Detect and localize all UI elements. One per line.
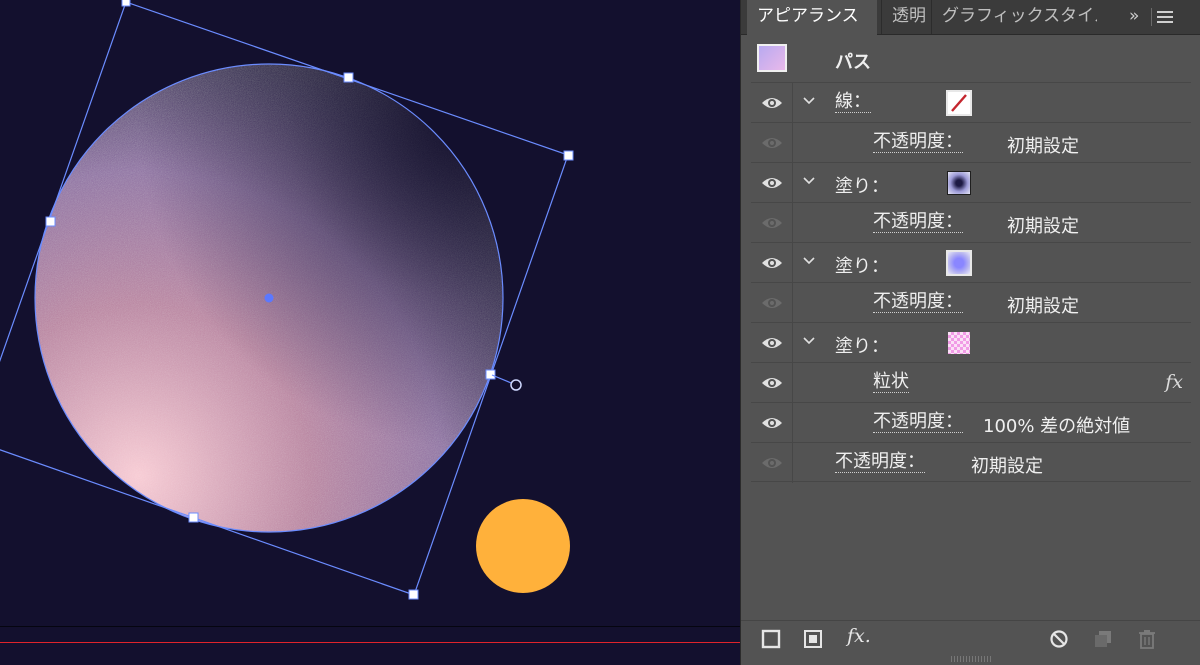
opacity-value: 初期設定 (971, 456, 1043, 477)
radial-dark-gradient-swatch[interactable] (947, 171, 971, 195)
appearance-row-opacity[interactable]: 不透明度： 初期設定 (751, 122, 1191, 163)
chevron-down-icon[interactable] (803, 335, 815, 347)
appearance-row-fill[interactable]: 塗り： (751, 322, 1191, 363)
fill-label[interactable]: 塗り： (835, 172, 889, 198)
stroke-label[interactable]: 線： (835, 92, 871, 113)
eye-dim-icon (762, 138, 782, 148)
gradient-end-handle[interactable] (510, 379, 522, 391)
tab-overflow-icon[interactable]: » (1129, 0, 1139, 34)
visibility-toggle[interactable] (751, 123, 793, 163)
opacity-value: 初期設定 (1007, 216, 1079, 237)
eye-dim-icon (762, 298, 782, 308)
baseline-guide (0, 642, 740, 643)
opacity-value: 初期設定 (1007, 136, 1079, 157)
opacity-label[interactable]: 不透明度： (873, 132, 963, 153)
stroke-none-swatch[interactable] (946, 90, 972, 116)
chevron-down-icon[interactable] (803, 255, 815, 267)
opacity-label[interactable]: 不透明度： (873, 412, 963, 433)
opacity-label[interactable]: 不透明度： (873, 212, 963, 233)
eye-dim-icon (762, 458, 782, 468)
canvas-edge-line (0, 626, 740, 627)
eye-icon (762, 338, 782, 348)
panel-resize-grip[interactable] (951, 656, 991, 662)
eye-icon (762, 258, 782, 268)
bbox-handle-top-left[interactable] (121, 0, 131, 7)
fill-label[interactable]: 塗り： (835, 252, 889, 278)
visibility-toggle[interactable] (751, 243, 793, 283)
visibility-toggle[interactable] (751, 443, 793, 483)
add-fill-icon[interactable] (803, 629, 823, 649)
opacity-label[interactable]: 不透明度： (835, 452, 925, 473)
visibility-toggle[interactable] (751, 323, 793, 363)
fx-icon[interactable]: fx. (847, 625, 871, 647)
radial-lavender-gradient-swatch[interactable] (946, 250, 972, 276)
opacity-blend-value: 100% 差の絶対値 (983, 416, 1131, 437)
panel-bottom-toolbar: fx. (741, 620, 1200, 657)
opacity-label[interactable]: 不透明度： (873, 292, 963, 313)
tab-menu-divider (1151, 8, 1152, 26)
duplicate-item-icon[interactable] (1093, 629, 1113, 649)
fx-icon[interactable]: fx (1165, 371, 1183, 393)
appearance-panel: アピアランス 透明 グラフィックスタイル » パス 線： 不透明度： 初期設定 … (740, 0, 1200, 665)
delete-item-icon[interactable] (1137, 629, 1157, 649)
eye-dim-icon (762, 218, 782, 228)
tab-appearance[interactable]: アピアランス (747, 0, 877, 35)
add-stroke-icon[interactable] (761, 629, 781, 649)
bbox-handle-top-right[interactable] (563, 150, 574, 161)
eye-icon (762, 418, 782, 428)
sun-circle[interactable] (476, 499, 570, 593)
visibility-toggle[interactable] (751, 403, 793, 443)
chevron-down-icon[interactable] (803, 95, 815, 107)
visibility-toggle[interactable] (751, 163, 793, 203)
bbox-handle-bottom-mid[interactable] (188, 512, 199, 523)
eye-icon (762, 98, 782, 108)
panel-tab-bar: アピアランス 透明 グラフィックスタイル » (741, 0, 1200, 35)
eye-icon (762, 378, 782, 388)
visibility-toggle[interactable] (751, 83, 793, 123)
appearance-row-opacity[interactable]: 不透明度： 初期設定 (751, 282, 1191, 323)
path-thumbnail (757, 44, 787, 72)
tab-transparency[interactable]: 透明 (881, 0, 931, 34)
appearance-row-fill[interactable]: 塗り： (751, 162, 1191, 203)
center-point-marker (264, 293, 274, 303)
bbox-handle-top-mid[interactable] (343, 72, 354, 83)
object-type-label: パス (835, 52, 871, 73)
appearance-header-row[interactable]: パス (751, 38, 1191, 82)
pink-pattern-swatch[interactable] (947, 331, 971, 355)
bbox-handle-right-mid[interactable] (485, 369, 496, 380)
appearance-row-opacity[interactable]: 不透明度： 100% 差の絶対値 (751, 402, 1191, 443)
tab-graphic-styles[interactable]: グラフィックスタイル (931, 0, 1097, 34)
visibility-toggle[interactable] (751, 203, 793, 243)
artboard-canvas[interactable] (0, 0, 740, 665)
clear-appearance-icon[interactable] (1049, 629, 1069, 649)
visibility-toggle[interactable] (751, 283, 793, 323)
bbox-handle-bottom-right[interactable] (408, 589, 419, 600)
appearance-list: パス 線： 不透明度： 初期設定 塗り： 不透明度： 初期設定 塗り： 不透明度… (751, 44, 1191, 483)
bbox-handle-left-mid[interactable] (45, 216, 56, 227)
appearance-row-opacity[interactable]: 不透明度： 初期設定 (751, 202, 1191, 243)
fill-label[interactable]: 塗り： (835, 332, 889, 358)
appearance-row-opacity-object[interactable]: 不透明度： 初期設定 (751, 442, 1191, 483)
appearance-row-stroke[interactable]: 線： (751, 82, 1191, 123)
appearance-row-effect[interactable]: 粒状 fx (751, 362, 1191, 403)
effect-label[interactable]: 粒状 (873, 372, 909, 393)
appearance-row-fill[interactable]: 塗り： (751, 242, 1191, 283)
opacity-value: 初期設定 (1007, 296, 1079, 317)
chevron-down-icon[interactable] (803, 175, 815, 187)
hamburger-icon[interactable] (1157, 0, 1173, 34)
visibility-toggle[interactable] (751, 363, 793, 403)
eye-icon (762, 178, 782, 188)
